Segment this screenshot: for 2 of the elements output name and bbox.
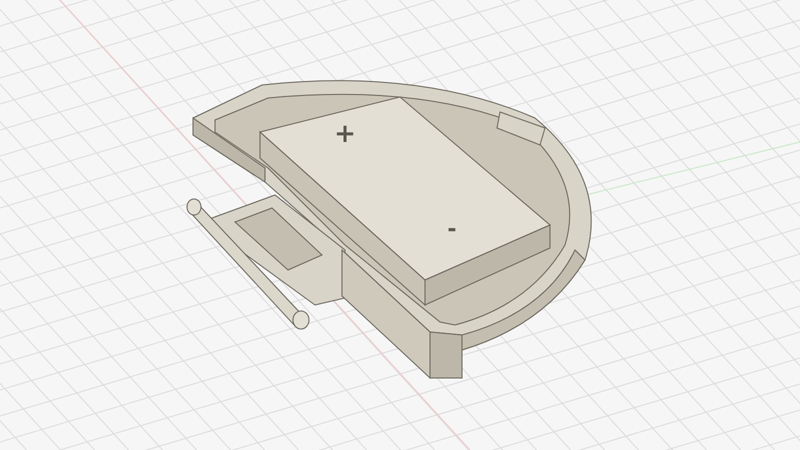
polarity-mark: -	[447, 217, 457, 242]
polarity-mark: +	[334, 119, 356, 149]
